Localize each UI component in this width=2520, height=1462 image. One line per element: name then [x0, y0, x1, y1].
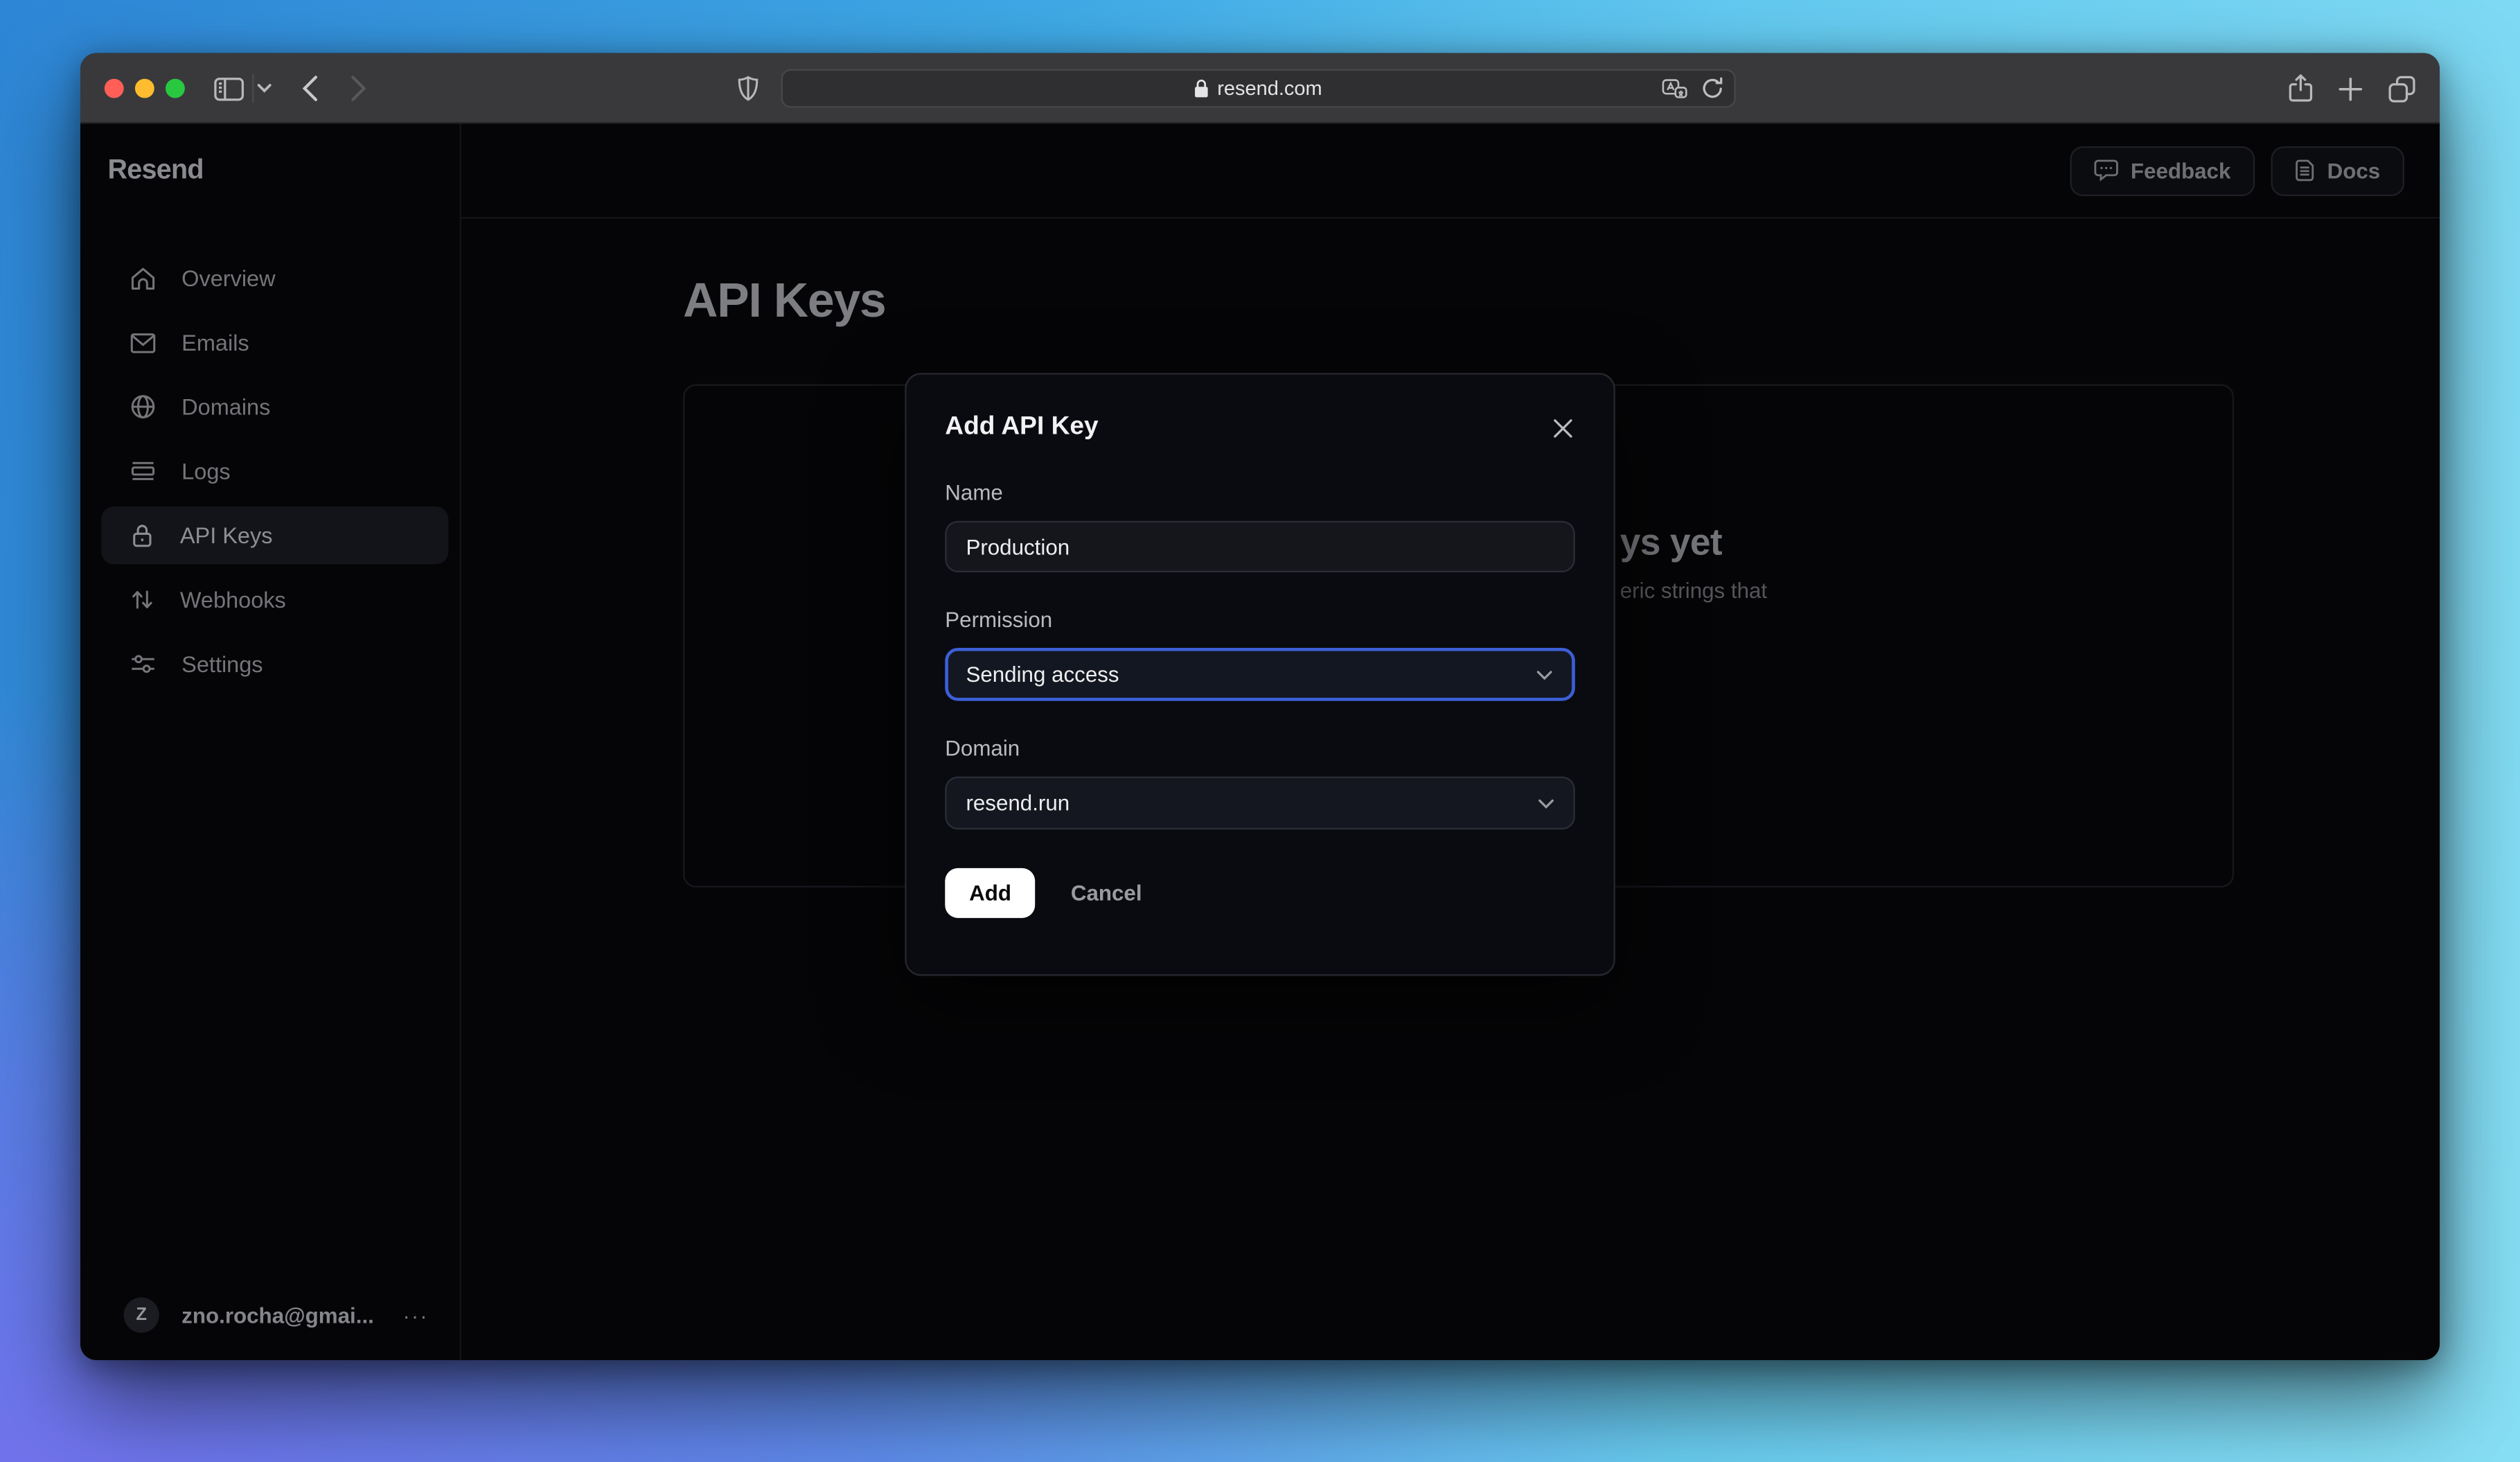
empty-state-body-fragment: eric strings that	[1620, 579, 1768, 604]
add-api-key-modal: Add API Key Name Permission Sending acce…	[905, 373, 1615, 976]
envelope-icon	[130, 332, 156, 353]
feedback-button[interactable]: Feedback	[2069, 145, 2255, 195]
sidebar-item-overview[interactable]: Overview	[101, 249, 448, 308]
webhooks-icon	[130, 587, 154, 613]
sidebar-item-api-keys[interactable]: API Keys	[101, 506, 449, 565]
sidebar-item-domains[interactable]: Domains	[101, 378, 448, 436]
resend-logo: Resend	[107, 154, 204, 185]
modal-actions: Add Cancel	[945, 867, 1575, 918]
docs-button[interactable]: Docs	[2271, 145, 2405, 195]
address-bar-url: resend.com	[1217, 77, 1322, 100]
sidebar: Resend Overview Emails Domains Logs API …	[80, 123, 461, 1360]
docs-label: Docs	[2327, 158, 2381, 183]
document-icon	[2295, 159, 2314, 182]
permission-select[interactable]: Sending access	[945, 648, 1575, 701]
traffic-lights	[104, 78, 185, 98]
home-icon	[130, 266, 156, 290]
app-header: Feedback Docs	[461, 124, 2440, 219]
back-icon[interactable]	[296, 53, 325, 124]
sidebar-item-emails[interactable]: Emails	[101, 313, 448, 371]
chevron-down-icon	[1536, 669, 1552, 680]
resend-app: Resend Overview Emails Domains Logs API …	[80, 123, 2440, 1360]
cancel-button[interactable]: Cancel	[1071, 881, 1142, 905]
zoom-window-button[interactable]	[165, 78, 185, 98]
account-more-icon[interactable]: ···	[403, 1303, 429, 1328]
globe-icon	[130, 394, 156, 419]
minimize-window-button[interactable]	[134, 78, 154, 98]
modal-title: Add API Key	[945, 413, 1099, 441]
add-button[interactable]: Add	[945, 867, 1036, 918]
browser-window: resend.com Resend Overview Emails Domain…	[80, 53, 2440, 1360]
feedback-bubble-icon	[2093, 159, 2118, 182]
sidebar-item-label: Emails	[181, 329, 249, 355]
domain-select[interactable]: resend.run	[945, 776, 1575, 830]
feedback-label: Feedback	[2130, 158, 2231, 183]
domain-label: Domain	[945, 736, 1020, 761]
permission-select-value: Sending access	[966, 662, 1119, 687]
close-icon[interactable]	[1550, 415, 1575, 441]
sidebar-item-label: Settings	[181, 651, 263, 677]
new-tab-icon[interactable]	[2335, 53, 2364, 124]
permission-label: Permission	[945, 608, 1053, 632]
chevron-down-icon	[1538, 798, 1554, 808]
lock-icon	[130, 522, 154, 548]
forward-icon[interactable]	[344, 53, 373, 124]
sidebar-item-label: Domains	[181, 394, 271, 420]
account-email: zno.rocha@gmai...	[181, 1303, 374, 1328]
close-window-button[interactable]	[104, 78, 124, 98]
reload-icon[interactable]	[1702, 77, 1723, 99]
tab-chevron-icon[interactable]	[251, 53, 276, 124]
sidebar-item-logs[interactable]: Logs	[101, 442, 448, 500]
translate-icon[interactable]	[1662, 78, 1687, 99]
sidebar-item-label: Logs	[181, 458, 231, 484]
account-row[interactable]: Z zno.rocha@gmai... ···	[123, 1297, 429, 1333]
sidebar-item-label: API Keys	[179, 522, 273, 549]
lock-icon	[1195, 79, 1209, 98]
avatar: Z	[123, 1297, 159, 1333]
sidebar-item-label: Webhooks	[179, 586, 286, 613]
modal-header: Add API Key	[945, 413, 1575, 442]
address-bar-actions	[1662, 71, 1723, 106]
privacy-shield-icon[interactable]	[733, 53, 762, 124]
browser-titlebar: resend.com	[80, 53, 2440, 124]
address-bar[interactable]: resend.com	[781, 69, 1736, 108]
name-label: Name	[945, 480, 1003, 505]
sidebar-nav: Overview Emails Domains Logs API Keys We…	[80, 249, 460, 693]
sidebar-item-label: Overview	[181, 265, 276, 291]
name-input[interactable]	[945, 520, 1575, 572]
tab-overview-icon[interactable]	[2385, 53, 2417, 124]
sidebar-item-settings[interactable]: Settings	[101, 635, 448, 693]
empty-state-heading-fragment: ys yet	[1620, 520, 1723, 563]
sidebar-toggle-icon[interactable]	[211, 53, 246, 124]
page-title: API Keys	[683, 274, 887, 328]
sidebar-item-webhooks[interactable]: Webhooks	[101, 571, 448, 629]
share-icon[interactable]	[2284, 53, 2316, 124]
logs-icon	[130, 460, 156, 482]
screen: resend.com Resend Overview Emails Domain…	[0, 0, 2520, 1462]
domain-select-value: resend.run	[966, 791, 1070, 816]
sliders-icon	[130, 653, 156, 675]
